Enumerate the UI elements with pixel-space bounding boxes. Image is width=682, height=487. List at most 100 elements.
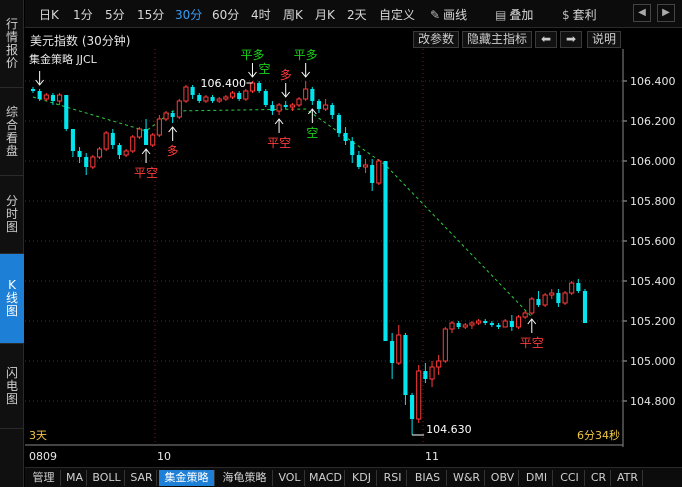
candle [356,151,361,169]
period-1min[interactable]: 1分 [73,6,93,23]
candle [556,289,561,307]
candle [462,323,468,329]
tab-boll[interactable]: BOLL [89,470,125,486]
explain-button[interactable]: 说明 [587,31,621,48]
tab-wr[interactable]: W&R [449,470,485,486]
period-60min[interactable]: 60分 [212,6,239,23]
candle-body [582,291,588,323]
candle-body [316,101,322,109]
candle-body [376,160,382,184]
candle-body [509,321,514,327]
candle-body [37,91,42,99]
candle [529,297,535,315]
tab-kdj[interactable]: KDJ [347,470,377,486]
high-label: 106.400 [200,77,246,90]
tab-cr[interactable]: CR [587,470,611,486]
chart-header: 美元指数 (30分钟) 改参数 隐藏主指标 ⬅ ➡ 说明 [25,29,682,49]
candle-body [203,96,209,102]
candle [536,291,541,307]
scroll-left-icon[interactable]: ◀ [633,4,651,22]
tab-bias[interactable]: BIAS [409,470,447,486]
candle [203,95,209,103]
candle [429,361,435,387]
candle [216,97,222,103]
candle [496,323,501,329]
candle-body [183,86,189,102]
low-label: 104.630 [426,423,472,436]
candle-body [237,93,242,99]
candle-body [496,325,501,327]
hide-indicator-button[interactable]: 隐藏主指标 [462,31,532,48]
nav-kline[interactable]: K线图 [0,254,24,344]
tab-sar[interactable]: SAR [127,470,157,486]
candle [449,321,455,333]
candle [77,147,82,163]
candle-body [383,161,388,341]
tab-ma[interactable]: MA [63,470,87,486]
tab-atr[interactable]: ATR [613,470,643,486]
candle [210,95,215,103]
candle-body [390,341,395,363]
candle-body [403,335,408,395]
change-params-button[interactable]: 改参数 [413,31,459,48]
candle-body [436,360,442,368]
candle [582,289,588,323]
y-tick-label: 104.800 [630,395,676,408]
tab-manage[interactable]: 管理 [27,470,61,486]
candle [229,91,236,99]
candle-body [210,97,215,101]
candle-body [569,282,575,294]
tab-jjcl[interactable]: 集金策略 [159,470,215,486]
nav-flash[interactable]: 闪电图 [0,344,24,429]
candle [303,81,309,101]
draw-line-button[interactable]: ✎ 画线 [430,6,467,23]
candle-body [70,129,75,151]
scroll-right-icon[interactable]: ▶ [657,4,675,22]
tab-vol[interactable]: VOL [275,470,305,486]
candle-body [323,104,329,110]
tab-dmi[interactable]: DMI [521,470,553,486]
candle [237,91,242,101]
nav-overview[interactable]: 综合看盘 [0,88,24,176]
candle [176,99,182,119]
period-week[interactable]: 周K [283,6,303,23]
tab-turtle[interactable]: 海龟策略 [217,470,273,486]
signal-label: 平多 [294,49,318,62]
candle [136,127,142,139]
period-day[interactable]: 日K [39,6,59,23]
overlay-button[interactable]: ▤ 叠加 [495,6,533,23]
arrow-right-button[interactable]: ➡ [560,31,582,48]
period-custom[interactable]: 自定义 [379,6,415,23]
period-month[interactable]: 月K [315,6,335,23]
period-30min[interactable]: 30分 [175,6,202,23]
candle-body [370,165,375,183]
candle-body [336,115,341,133]
tab-rsi[interactable]: RSI [379,470,407,486]
period-2day[interactable]: 2天 [347,6,367,23]
arrow-left-button[interactable]: ⬅ [535,31,557,48]
kline-chart[interactable]: 平空多平多空平空多平多空平空 106.400106.200106.000105.… [25,49,682,467]
nav-timeshare[interactable]: 分时图 [0,176,24,254]
candle [396,325,402,365]
period-4h[interactable]: 4时 [251,6,271,23]
tab-macd[interactable]: MACD [307,470,345,486]
tab-obv[interactable]: OBV [487,470,519,486]
candle-body [416,370,422,420]
candle-body [77,151,82,157]
candle-body [423,371,428,379]
arbitrage-button[interactable]: $ 套利 [562,6,597,23]
period-15min[interactable]: 15分 [137,6,164,23]
candle-body [136,128,142,138]
signal-label: 平空 [520,336,544,350]
y-tick-label: 106.000 [630,155,676,168]
candle [323,99,329,111]
draw-line-label: 画线 [443,8,468,22]
tab-cci[interactable]: CCI [555,470,585,486]
candle [143,119,149,145]
signal-label-secondary: 空 [258,62,270,76]
candle [70,129,75,157]
candle [436,355,442,375]
nav-quotes[interactable]: 行情报价 [0,0,24,88]
candle-body [276,104,282,112]
period-5min[interactable]: 5分 [105,6,125,23]
